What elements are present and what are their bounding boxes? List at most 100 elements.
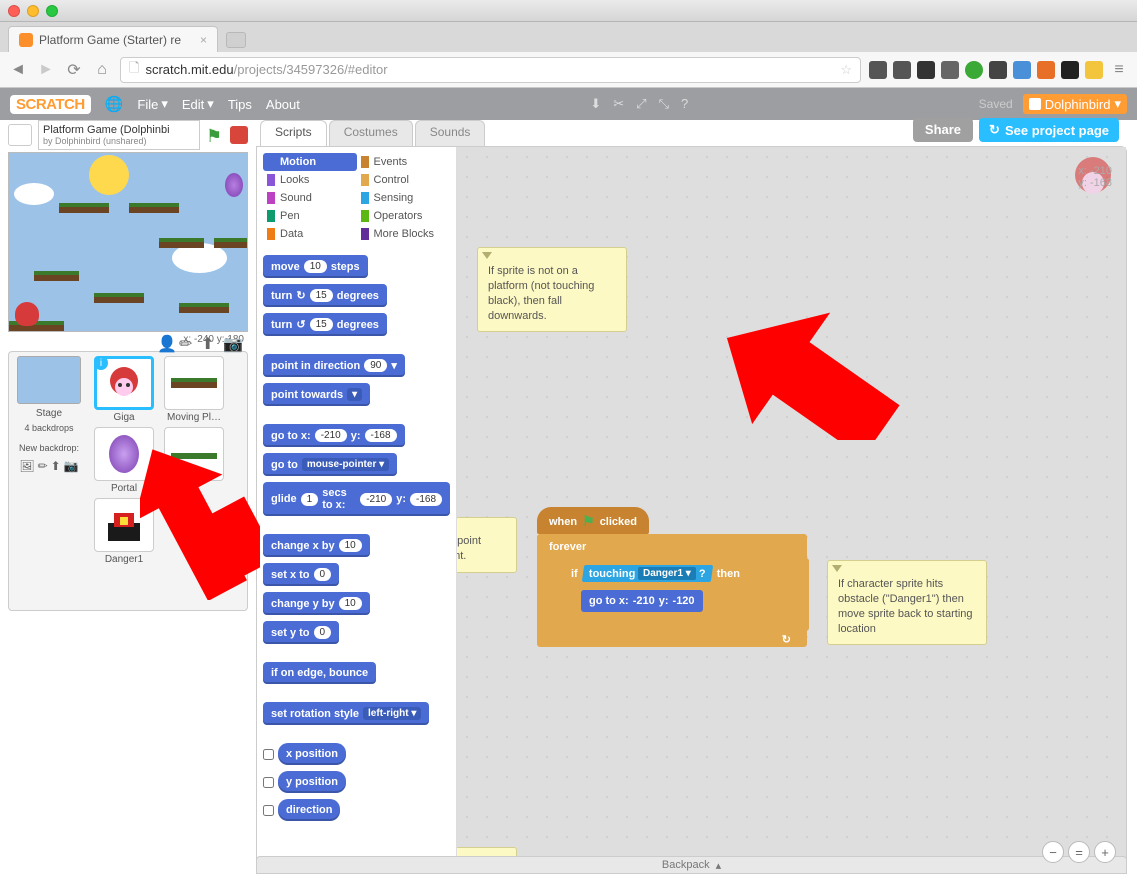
block-forever[interactable]: forever if touching Danger1 ▾ ? [537,534,807,647]
backdrop-library-icon[interactable]: 🖼 [19,459,34,473]
ext-icon-3[interactable] [917,61,935,79]
browser-menu-icon[interactable]: ≡ [1109,60,1129,80]
bookmark-star-icon[interactable]: ☆ [840,62,852,78]
home-button[interactable]: ⌂ [92,60,112,80]
share-button[interactable]: Share [913,118,973,142]
zoom-in-button[interactable]: + [1094,841,1116,863]
ext-icon-10[interactable] [1085,61,1103,79]
browser-tab[interactable]: Platform Game (Starter) re × [8,26,218,52]
category-operators[interactable]: Operators [357,207,451,225]
script-stack[interactable]: when ⚑ clicked forever if touching [537,507,807,647]
ext-icon-9[interactable] [1061,61,1079,79]
backpack-panel[interactable]: Backpack▴ [256,856,1127,874]
globe-icon[interactable]: 🌐 [105,95,124,113]
block-turn-cw[interactable]: turn ↻ 15degrees [263,284,387,307]
tab-scripts[interactable]: Scripts [260,120,327,146]
scratch-logo[interactable]: SCRATCH [10,95,91,114]
backdrop-paint-icon[interactable]: ✏ [38,459,48,473]
block-change-y[interactable]: change y by10 [263,592,370,615]
category-events[interactable]: Events [357,153,451,171]
ext-icon-1[interactable] [869,61,887,79]
backdrop-upload-icon[interactable]: ⬆ [51,459,61,473]
block-point-direction[interactable]: point in direction90▾ [263,354,405,377]
ext-icon-5[interactable] [965,61,983,79]
mac-close-button[interactable] [8,5,20,17]
info-icon[interactable]: i [94,356,108,370]
block-set-x[interactable]: set x to0 [263,563,339,586]
sprite-item-giga[interactable]: i Giga [91,356,157,423]
category-looks[interactable]: Looks [263,171,357,189]
tab-costumes[interactable]: Costumes [329,120,413,146]
sprite-camera-icon[interactable]: 📷 [223,334,239,350]
block-bounce[interactable]: if on edge, bounce [263,662,376,684]
block-set-y[interactable]: set y to0 [263,621,339,644]
stop-button[interactable] [230,126,248,144]
sprite-paint-icon[interactable]: ✏ [179,334,195,350]
back-button[interactable]: ◄ [8,60,28,80]
category-sensing[interactable]: Sensing [357,189,451,207]
user-chip[interactable]: Dolphinbird ▾ [1023,94,1127,114]
ext-icon-6[interactable] [989,61,1007,79]
category-more-blocks[interactable]: More Blocks [357,225,451,243]
block-move-steps[interactable]: move10steps [263,255,368,278]
menu-tips[interactable]: Tips [228,97,252,112]
green-flag-button[interactable]: ⚑ [206,126,224,144]
scissors-icon[interactable]: ✂ [613,96,624,112]
see-project-page-button[interactable]: ↻ See project page [979,118,1119,142]
forward-button[interactable]: ► [36,60,56,80]
comment-danger[interactable]: If character sprite hits obstacle ("Dang… [827,560,987,645]
reload-button[interactable]: ⟳ [64,60,84,80]
block-goto-xy-inner[interactable]: go to x:-210y:-120 [581,590,703,612]
stamp-icon[interactable]: ⬇ [590,96,601,112]
category-motion[interactable]: Motion [263,153,357,171]
block-direction[interactable]: direction [278,799,340,821]
block-turn-ccw[interactable]: turn ↺ 15degrees [263,313,387,336]
comment-partial-1[interactable]: d pointght. [457,517,517,573]
block-touching[interactable]: touching Danger1 ▾ ? [582,565,713,582]
backdrop-camera-icon[interactable]: 📷 [64,459,79,473]
stage-canvas[interactable] [8,152,248,332]
stage-thumbnail[interactable] [17,356,81,404]
category-pen[interactable]: Pen [263,207,357,225]
sprite-upload-icon[interactable]: ⬆ [201,334,217,350]
category-control[interactable]: Control [357,171,451,189]
menu-edit[interactable]: Edit ▾ [182,96,214,112]
tab-sounds[interactable]: Sounds [415,120,486,146]
project-title-box[interactable]: Platform Game (Dolphinbi by Dolphinbird … [38,120,200,150]
help-icon[interactable]: ? [681,96,688,112]
ext-icon-2[interactable] [893,61,911,79]
block-glide[interactable]: glide1secs to x:-210y:-168 [263,482,450,516]
hat-when-flag-clicked[interactable]: when ⚑ clicked [537,507,649,534]
menu-about[interactable]: About [266,97,300,112]
xpos-checkbox[interactable] [263,749,274,760]
block-change-x[interactable]: change x by10 [263,534,370,557]
block-goto-xy[interactable]: go to x:-210y:-168 [263,424,405,447]
ext-icon-8[interactable] [1037,61,1055,79]
mac-maximize-button[interactable] [46,5,58,17]
direction-checkbox[interactable] [263,805,274,816]
view-mode-toggle[interactable] [8,124,32,146]
comment-fall[interactable]: If sprite is not on a platform (not touc… [477,247,627,332]
block-goto[interactable]: go tomouse-pointer ▾ [263,453,397,476]
block-y-position[interactable]: y position [278,771,346,793]
block-rotation-style[interactable]: set rotation styleleft-right ▾ [263,702,429,725]
zoom-reset-button[interactable]: = [1068,841,1090,863]
zoom-out-button[interactable]: − [1042,841,1064,863]
sprite-library-icon[interactable]: 👤 [157,334,173,350]
block-point-towards[interactable]: point towards▾ [263,383,370,406]
sprite-item-moving-platform[interactable]: Moving Pl… [161,356,227,423]
url-bar[interactable]: 🗋 scratch.mit.edu/projects/34597326/#edi… [120,57,861,83]
ext-icon-4[interactable] [941,61,959,79]
close-tab-icon[interactable]: × [200,33,207,47]
ypos-checkbox[interactable] [263,777,274,788]
ext-icon-7[interactable] [1013,61,1031,79]
block-if-then[interactable]: if touching Danger1 ▾ ? then [559,558,809,631]
mac-minimize-button[interactable] [27,5,39,17]
block-x-position[interactable]: x position [278,743,346,765]
category-sound[interactable]: Sound [263,189,357,207]
menu-file[interactable]: File ▾ [137,96,167,112]
grow-icon[interactable]: ⤢ [636,96,646,112]
new-tab-button[interactable] [226,32,246,48]
category-data[interactable]: Data [263,225,357,243]
shrink-icon[interactable]: ⤡ [659,96,669,112]
